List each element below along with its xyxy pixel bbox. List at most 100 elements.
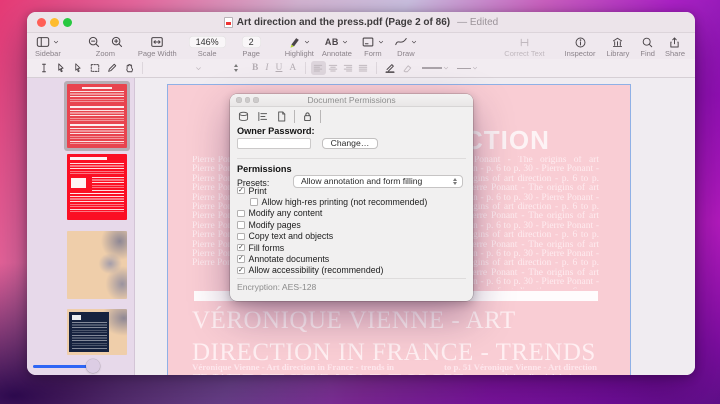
checkbox[interactable]: ✓: [237, 244, 245, 252]
align-right-button[interactable]: [341, 61, 356, 75]
outline-tab-button[interactable]: [256, 110, 269, 123]
checkbox[interactable]: ✓: [237, 267, 245, 275]
text-cursor-tool[interactable]: [38, 62, 50, 74]
checkbox-row[interactable]: Allow high-res printing (not recommended…: [237, 196, 466, 207]
chevron-down-icon: [54, 41, 58, 43]
document-tab-button[interactable]: [275, 110, 288, 123]
change-password-button[interactable]: Change…: [322, 138, 378, 150]
checkbox-label: Modify pages: [249, 220, 301, 230]
text-color-button[interactable]: A: [289, 63, 296, 73]
checkbox[interactable]: ✓: [237, 187, 245, 195]
window-titlebar[interactable]: Art direction and the press.pdf (Page 2 …: [27, 12, 695, 33]
checkbox-row[interactable]: ✓Annotate documents: [237, 253, 466, 264]
font-size-stepper[interactable]: [231, 64, 240, 72]
checkbox-label: Allow high-res printing (not recommended…: [262, 197, 428, 207]
page-thumbnail-3[interactable]: [67, 231, 127, 299]
minimize-button[interactable]: [50, 18, 59, 27]
checkbox-row[interactable]: Modify any content: [237, 208, 466, 219]
window-title: Art direction and the press.pdf (Page 2 …: [224, 17, 499, 28]
zoom-in-icon: [112, 37, 121, 46]
page-thumbnail-1[interactable]: [67, 84, 127, 148]
align-left-button[interactable]: [311, 61, 326, 75]
zoom-in-button[interactable]: [110, 35, 124, 49]
underline-button[interactable]: U: [276, 63, 283, 73]
pointer-tool[interactable]: [55, 62, 67, 74]
dialog-zoom-button[interactable]: [253, 97, 259, 103]
line-style-dropdown[interactable]: [422, 64, 450, 72]
checkbox[interactable]: [237, 233, 245, 241]
close-button[interactable]: [37, 18, 46, 27]
preview-window: Art direction and the press.pdf (Page 2 …: [27, 12, 695, 375]
checkbox-row[interactable]: Modify pages: [237, 219, 466, 230]
inspector-button[interactable]: Inspector: [565, 35, 596, 58]
scale-value-field[interactable]: 146%: [189, 36, 226, 48]
line-color-button[interactable]: [384, 62, 396, 74]
draw-icon: [396, 39, 407, 45]
share-icon: [671, 38, 678, 47]
checkbox[interactable]: ✓: [237, 255, 245, 263]
page-thumbnail-2[interactable]: [67, 154, 127, 220]
line-style-icon: [422, 67, 442, 69]
divider: [237, 278, 466, 279]
checkbox-row[interactable]: Copy text and objects: [237, 231, 466, 242]
page-width-button[interactable]: Page Width: [138, 35, 177, 58]
annotate-button[interactable]: AB Annotate: [322, 35, 352, 58]
form-icon: [363, 38, 373, 46]
checkbox-label: Print: [249, 186, 267, 196]
page-heading-fragment: CTION: [464, 125, 550, 156]
stepper-down-icon: [234, 69, 238, 72]
zoom-out-icon: [89, 37, 98, 46]
zoom-out-button[interactable]: [87, 35, 101, 49]
permissions-checkboxes: ✓ PrintAllow high-res printing (not recom…: [237, 185, 466, 276]
find-button[interactable]: Find: [640, 35, 655, 58]
font-dropdown[interactable]: [194, 64, 203, 73]
page-width-icon: [152, 38, 163, 47]
highlight-button[interactable]: Highlight: [285, 35, 314, 58]
lock-icon: [305, 112, 311, 120]
checkbox-label: Fill forms: [249, 243, 285, 253]
align-justify-button[interactable]: [356, 61, 371, 75]
chevron-down-icon: [379, 41, 383, 43]
divider: [320, 110, 321, 123]
thumbnail-scrollbar-knob[interactable]: [86, 359, 100, 373]
library-icon: [614, 38, 622, 46]
marquee-select-tool[interactable]: [89, 62, 101, 74]
checkbox[interactable]: [250, 198, 258, 206]
library-button[interactable]: Library: [606, 35, 629, 58]
owner-password-label: Owner Password:: [237, 126, 315, 136]
share-button[interactable]: Share: [665, 35, 685, 58]
dialog-close-button[interactable]: [236, 97, 242, 103]
checkbox-row[interactable]: ✓Allow accessibility (recommended): [237, 265, 466, 276]
zoom-window-button[interactable]: [63, 18, 72, 27]
hand-tool[interactable]: [123, 62, 135, 74]
arrow-style-dropdown[interactable]: [457, 64, 479, 72]
bold-button[interactable]: B: [252, 63, 258, 73]
divider: [237, 158, 466, 159]
edited-badge: — Edited: [457, 17, 498, 28]
checkbox-row[interactable]: ✓ Print: [237, 185, 466, 196]
page-number-field[interactable]: 2: [242, 36, 261, 48]
permissions-header: Permissions: [237, 164, 292, 174]
checkbox[interactable]: [237, 221, 245, 229]
pencil-tool[interactable]: [106, 62, 118, 74]
page-thumbnail-4[interactable]: [67, 309, 127, 355]
draw-button[interactable]: Draw: [394, 35, 418, 58]
sidebar-button[interactable]: Sidebar: [35, 35, 61, 58]
dialog-title: Document Permissions: [307, 95, 395, 105]
checkbox[interactable]: [237, 210, 245, 218]
select-cursor-tool[interactable]: [72, 62, 84, 74]
form-button[interactable]: Form: [361, 35, 385, 58]
italic-button[interactable]: I: [265, 63, 268, 73]
general-tab-button[interactable]: [237, 110, 250, 123]
dialog-minimize-button[interactable]: [245, 97, 251, 103]
dialog-titlebar[interactable]: Document Permissions: [230, 94, 473, 107]
page-number-control: 2 Page: [242, 35, 261, 58]
permissions-tab-button[interactable]: [301, 110, 314, 123]
align-center-button[interactable]: [326, 61, 341, 75]
traffic-lights: [37, 12, 72, 32]
checkbox-label: Modify any content: [249, 208, 323, 218]
eraser-button[interactable]: [401, 62, 413, 74]
owner-password-field[interactable]: [237, 138, 311, 149]
arrow-style-icon: [457, 68, 471, 69]
checkbox-row[interactable]: ✓ Fill forms: [237, 242, 466, 253]
